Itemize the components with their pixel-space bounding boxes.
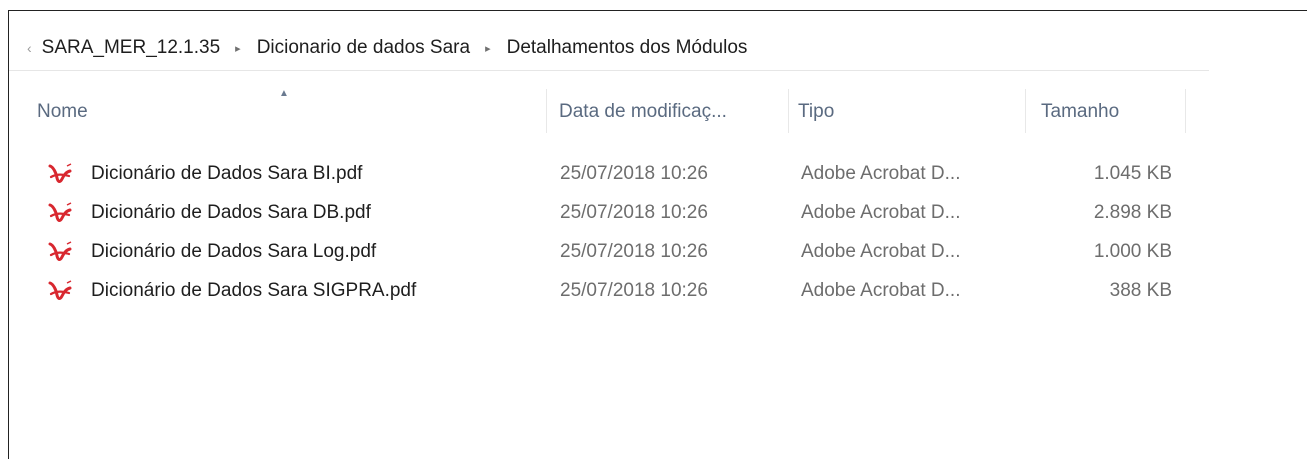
pdf-file-icon	[48, 280, 72, 300]
column-header-size[interactable]: Tamanho	[1041, 97, 1119, 127]
column-divider[interactable]	[1025, 89, 1026, 133]
pdf-file-icon	[48, 163, 72, 183]
file-row[interactable]: Dicionário de Dados Sara DB.pdf 25/07/20…	[35, 194, 1195, 232]
column-divider[interactable]	[546, 89, 547, 133]
file-date: 25/07/2018 10:26	[560, 202, 708, 223]
breadcrumb-item-detalhamentos[interactable]: Detalhamentos dos Módulos	[507, 37, 748, 59]
file-row[interactable]: Dicionário de Dados Sara BI.pdf 25/07/20…	[35, 155, 1195, 193]
file-date: 25/07/2018 10:26	[560, 241, 708, 262]
breadcrumb-chevron-icon[interactable]: ▸	[235, 42, 241, 55]
file-name[interactable]: Dicionário de Dados Sara SIGPRA.pdf	[91, 272, 416, 310]
file-size: 388 KB	[1109, 280, 1172, 301]
file-type: Adobe Acrobat D...	[801, 280, 961, 301]
file-row[interactable]: Dicionário de Dados Sara Log.pdf 25/07/2…	[35, 233, 1195, 271]
file-size: 1.000 KB	[1093, 241, 1172, 262]
file-date: 25/07/2018 10:26	[560, 280, 708, 301]
breadcrumb-item-dicionario[interactable]: Dicionario de dados Sara	[257, 37, 470, 59]
pdf-file-icon	[48, 202, 72, 222]
address-bar-divider	[9, 70, 1209, 71]
column-header-date[interactable]: Data de modificaç...	[559, 97, 727, 127]
file-explorer-window: ‹ SARA_MER_12.1.35 ▸ Dicionario de dados…	[9, 11, 1209, 459]
file-name[interactable]: Dicionário de Dados Sara BI.pdf	[91, 155, 362, 193]
file-date: 25/07/2018 10:26	[560, 163, 708, 184]
column-divider[interactable]	[1185, 89, 1186, 133]
file-size: 2.898 KB	[1093, 202, 1172, 223]
file-row[interactable]: Dicionário de Dados Sara SIGPRA.pdf 25/0…	[35, 272, 1195, 310]
breadcrumb-chevron-icon[interactable]: ▸	[485, 42, 491, 55]
file-size: 1.045 KB	[1093, 163, 1172, 184]
file-type: Adobe Acrobat D...	[801, 163, 961, 184]
breadcrumb: ‹ SARA_MER_12.1.35 ▸ Dicionario de dados…	[27, 31, 747, 65]
breadcrumb-overflow-icon[interactable]: ‹	[27, 40, 32, 56]
column-header-type[interactable]: Tipo	[798, 97, 834, 127]
file-name[interactable]: Dicionário de Dados Sara Log.pdf	[91, 233, 376, 271]
column-divider[interactable]	[788, 89, 789, 133]
column-header-name[interactable]: Nome	[37, 97, 88, 127]
file-type: Adobe Acrobat D...	[801, 241, 961, 262]
file-type: Adobe Acrobat D...	[801, 202, 961, 223]
breadcrumb-item-root[interactable]: SARA_MER_12.1.35	[42, 37, 221, 59]
sort-ascending-icon: ▲	[279, 88, 289, 99]
pdf-file-icon	[48, 241, 72, 261]
file-name[interactable]: Dicionário de Dados Sara DB.pdf	[91, 194, 371, 232]
